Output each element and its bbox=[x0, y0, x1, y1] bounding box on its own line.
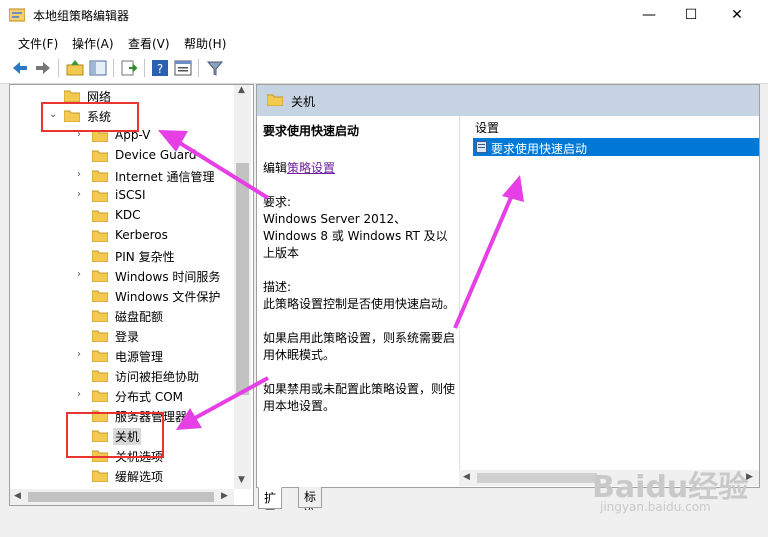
annotation-arrows bbox=[158, 130, 524, 430]
watermark-url: jingyan.baidu.com bbox=[600, 500, 711, 514]
annotation-arrow-to-system bbox=[158, 130, 270, 200]
annotation-arrow-to-shutdown bbox=[176, 376, 269, 430]
annotation-arrow-to-setting bbox=[453, 175, 524, 329]
